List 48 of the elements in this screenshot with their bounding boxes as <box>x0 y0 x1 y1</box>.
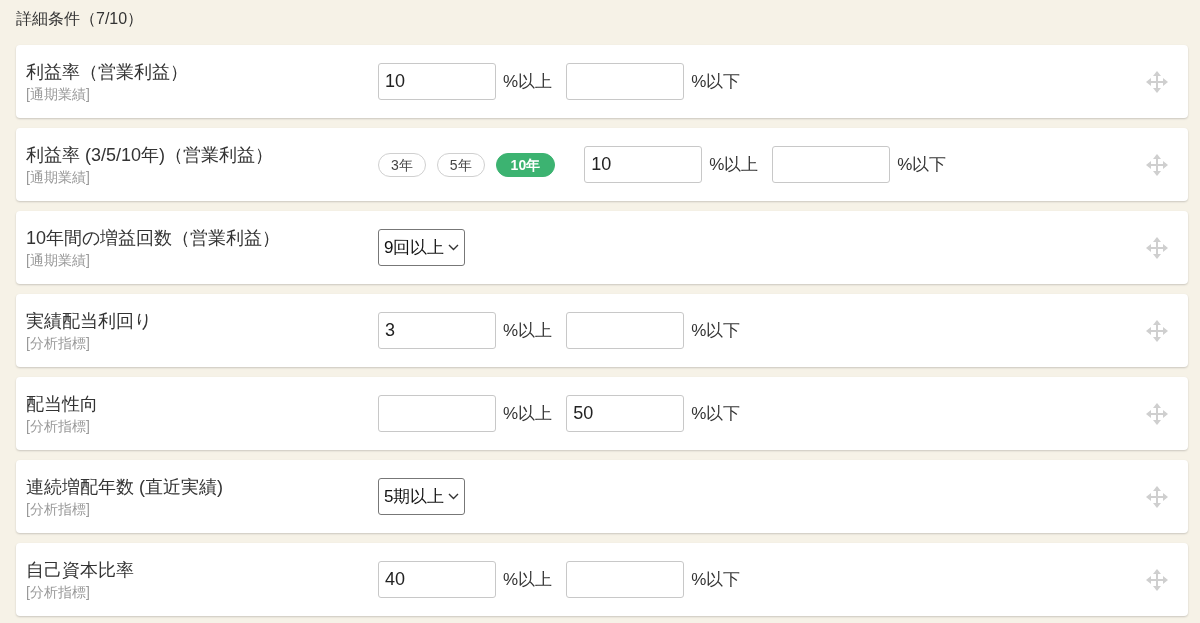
dropdown-select[interactable]: 5期以上 <box>378 478 466 515</box>
condition-category: [分析指標] <box>26 582 91 602</box>
move-handle-icon[interactable] <box>1146 153 1168 176</box>
min-input-field[interactable]: 3 <box>378 312 496 349</box>
max-unit-label: %以下 <box>691 402 741 425</box>
move-handle-icon[interactable] <box>1146 485 1168 508</box>
dropdown-select[interactable]: 9回以上 <box>378 229 466 266</box>
max-input-field[interactable] <box>566 312 685 349</box>
move-handle-icon[interactable] <box>1146 319 1168 342</box>
min-unit-label: %以上 <box>709 153 759 176</box>
condition-title: 利益率 (3/5/10年)（営業利益） <box>26 143 275 167</box>
condition-title: 実績配当利回り <box>26 309 153 333</box>
move-handle-icon[interactable] <box>1146 402 1168 425</box>
min-unit-label: %以上 <box>503 319 553 342</box>
condition-title: 連続増配年数 (直近実績) <box>26 475 224 499</box>
min-unit-label: %以上 <box>503 402 553 425</box>
min-input-field[interactable]: 40 <box>378 561 496 598</box>
condition-title: 利益率（営業利益） <box>26 60 189 84</box>
max-unit-label: %以下 <box>691 319 741 342</box>
move-handle-icon[interactable] <box>1146 236 1168 259</box>
min-unit-label: %以上 <box>503 70 553 93</box>
condition-category: [通期業績] <box>26 167 91 187</box>
period-chip[interactable]: 5年 <box>436 152 485 177</box>
max-unit-label: %以下 <box>691 70 741 93</box>
condition-category: [分析指標] <box>26 499 91 519</box>
condition-category: [通期業績] <box>26 84 91 104</box>
max-unit-label: %以下 <box>691 568 741 591</box>
max-input-field[interactable] <box>566 561 685 598</box>
section-heading: 詳細条件（7/10） <box>16 9 145 29</box>
condition-category: [分析指標] <box>26 416 91 436</box>
max-input-field[interactable] <box>772 146 891 183</box>
chevron-down-icon <box>448 244 460 251</box>
condition-title: 自己資本比率 <box>26 558 135 582</box>
condition-category: [通期業績] <box>26 250 91 270</box>
condition-category: [分析指標] <box>26 333 91 353</box>
condition-title: 配当性向 <box>26 392 99 416</box>
max-unit-label: %以下 <box>897 153 947 176</box>
period-chip[interactable]: 3年 <box>378 152 426 177</box>
min-unit-label: %以上 <box>503 568 553 591</box>
min-input-field[interactable]: 10 <box>378 63 496 100</box>
max-input-field[interactable]: 50 <box>566 395 685 432</box>
max-input-field[interactable] <box>566 63 685 100</box>
move-handle-icon[interactable] <box>1146 70 1168 93</box>
min-input-field[interactable] <box>378 395 496 432</box>
move-handle-icon[interactable] <box>1146 568 1168 591</box>
min-input-field[interactable]: 10 <box>584 146 703 183</box>
chevron-down-icon <box>448 493 460 500</box>
condition-title: 10年間の増益回数（営業利益） <box>26 226 282 250</box>
